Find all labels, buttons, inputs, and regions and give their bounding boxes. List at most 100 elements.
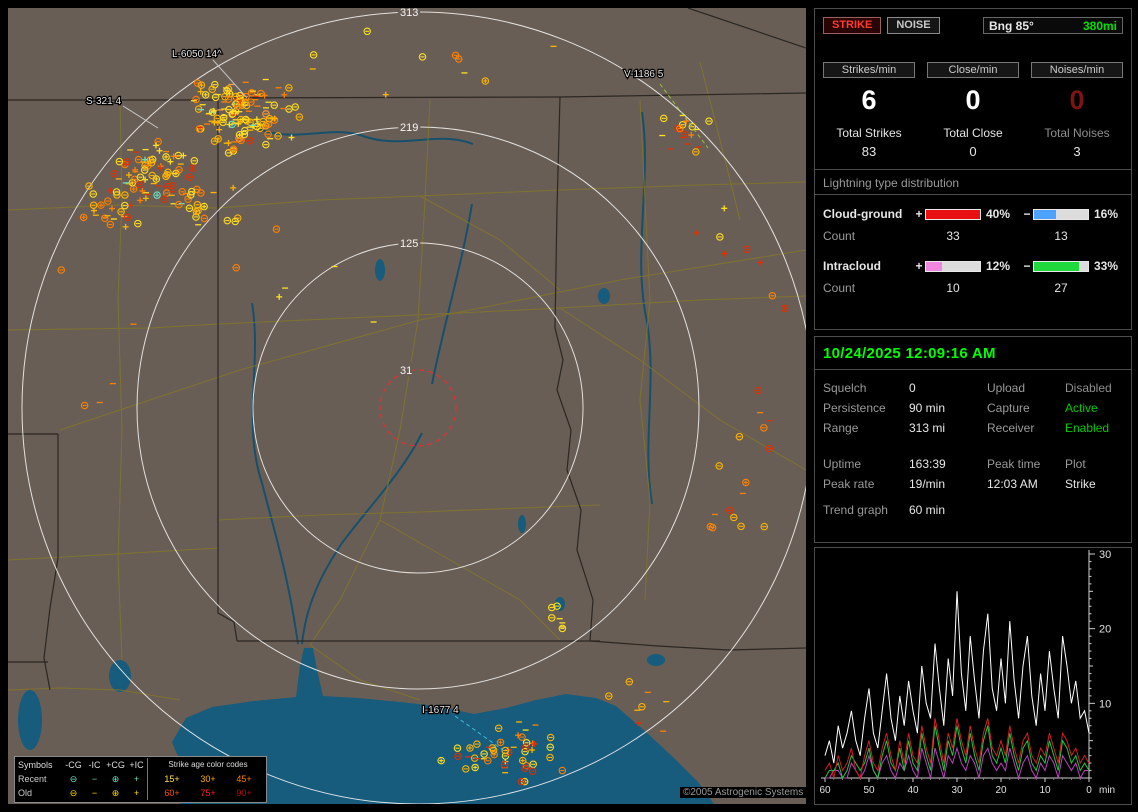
- minus-sign: −: [1023, 207, 1031, 221]
- ring-distance-label: 219: [400, 122, 418, 134]
- recent-cg-pos-icon: ⊕: [111, 774, 120, 784]
- map-legend: Symbols -CG -IC +CG +IC Strike age color…: [14, 756, 267, 803]
- range-value: 380mi: [1082, 18, 1117, 33]
- trend-series-strikes-white: [824, 591, 1090, 764]
- x-tick-label: 30: [951, 785, 963, 796]
- copyright-text: ©2005 Astrogenic Systems: [680, 787, 807, 798]
- legend-col-ic-neg: -IC: [88, 760, 101, 770]
- ic-positive-count: 10: [946, 281, 960, 295]
- ic-positive-bar: [925, 260, 981, 272]
- x-tick-label: 10: [1039, 785, 1051, 796]
- total-close-value: 0: [969, 144, 977, 159]
- total-noises-value: 3: [1073, 144, 1081, 159]
- noises-per-min-value: 0: [1069, 85, 1085, 115]
- total-strikes-value: 83: [861, 144, 877, 159]
- age-code-60: 60+: [164, 788, 180, 798]
- bearing-range-readout: Bng 85° 380mi: [983, 17, 1123, 34]
- strike-stats-panel: STRIKE NOISE Bng 85° 380mi Strikes/min C…: [814, 8, 1132, 330]
- trend-graph-label: Trend graph: [823, 503, 888, 517]
- persistence-value: 90 min: [909, 401, 946, 415]
- count-label: Count: [823, 281, 856, 295]
- age-code-75: 75+: [200, 788, 216, 798]
- trend-graph-value: 60 min: [909, 503, 946, 517]
- cg-negative-percent: 16%: [1094, 207, 1119, 221]
- close-per-min-value: 0: [965, 85, 981, 115]
- strike-indicator-button[interactable]: STRIKE: [823, 17, 882, 34]
- noises-per-min-label: Noises/min: [1031, 62, 1123, 78]
- count-label: Count: [823, 229, 856, 243]
- legend-age-header: Strike age color codes: [168, 760, 248, 769]
- old-ic-pos-icon: +: [133, 788, 140, 798]
- ic-positive-bar-fill: [926, 261, 943, 271]
- receiver-value: Enabled: [1065, 421, 1110, 435]
- age-code-90: 90+: [236, 788, 252, 798]
- range-value: 313 mi: [909, 421, 946, 435]
- strikes-per-min-value: 6: [861, 85, 877, 115]
- x-tick-label: 0: [1086, 785, 1092, 796]
- uptime-value: 163:39: [909, 457, 946, 471]
- cloud-ground-label: Cloud-ground: [823, 207, 903, 221]
- ic-positive-percent: 12%: [986, 259, 1011, 273]
- cg-positive-count: 33: [946, 229, 960, 243]
- trend-graph-chart: 10 20 30 60 50 40 30 20 10 0 min: [815, 548, 1131, 804]
- age-code-30: 30+: [200, 774, 216, 784]
- perf-row: Peak rate 19/min 12:03 AM Strike: [823, 474, 1123, 494]
- storm-track-label: L-6050 14^: [172, 49, 222, 60]
- capture-value: Active: [1065, 401, 1098, 415]
- cg-positive-bar: [925, 208, 981, 220]
- cloud-ground-count-row: Count 33 13: [823, 229, 1123, 243]
- bearing-value: Bng 85°: [989, 18, 1034, 33]
- noise-indicator-button[interactable]: NOISE: [887, 17, 940, 34]
- ring-distance-label: 313: [400, 8, 418, 19]
- status-row: Persistence 90 min Capture Active: [823, 398, 1123, 418]
- range-label: Range: [823, 421, 859, 435]
- legend-symbols-header: Symbols: [18, 760, 53, 770]
- cg-positive-percent: 40%: [986, 207, 1011, 221]
- divider: [815, 194, 1131, 195]
- total-noises-label: Total Noises: [1044, 126, 1110, 140]
- capture-label: Capture: [987, 401, 1030, 415]
- old-cg-neg-icon: ⊖: [69, 788, 78, 798]
- datetime-readout: 10/24/2025 12:09:16 AM: [823, 345, 996, 362]
- squelch-label: Squelch: [823, 381, 867, 395]
- x-tick-label: 40: [907, 785, 919, 796]
- strikes-per-min-label: Strikes/min: [823, 62, 915, 78]
- ic-negative-bar-fill: [1034, 261, 1079, 271]
- status-panel: 10/24/2025 12:09:16 AM Squelch 0 Upload …: [814, 336, 1132, 543]
- divider: [815, 169, 1131, 170]
- map-canvas[interactable]: 125 219 313 31 L-6050 14^ S-321 4 V-1186 5 I-16…: [8, 8, 806, 804]
- cloud-ground-row: Cloud-ground + 40% − 16%: [823, 207, 1123, 221]
- plus-sign: +: [915, 259, 923, 273]
- ring-distance-label: 125: [400, 238, 418, 250]
- close-per-min-label: Close/min: [927, 62, 1019, 78]
- status-row: Range 313 mi Receiver Enabled: [823, 418, 1123, 438]
- intracloud-count-row: Count 10 27: [823, 281, 1123, 295]
- ic-negative-count: 27: [1054, 281, 1068, 295]
- legend-row-recent: Recent: [18, 774, 47, 784]
- old-ic-neg-icon: −: [91, 788, 98, 798]
- total-close-label: Total Close: [943, 126, 1003, 140]
- cg-negative-bar-fill: [1034, 209, 1056, 219]
- legend-row-old: Old: [18, 788, 33, 798]
- persistence-label: Persistence: [823, 401, 886, 415]
- receiver-label: Receiver: [987, 421, 1035, 435]
- trend-graph-panel: 10 20 30 60 50 40 30 20 10 0 min: [814, 547, 1132, 805]
- total-strikes-label: Total Strikes: [836, 126, 902, 140]
- x-tick-label: 50: [863, 785, 875, 796]
- minus-sign: −: [1023, 259, 1031, 273]
- cg-negative-count: 13: [1054, 229, 1068, 243]
- x-tick-label: 20: [995, 785, 1007, 796]
- uptime-label: Uptime: [823, 457, 862, 471]
- cg-positive-bar-fill: [926, 209, 980, 219]
- storm-track-label: S-321 4: [86, 96, 121, 107]
- lightning-map[interactable]: 125 219 313 31 L-6050 14^ S-321 4 V-1186 5 I-16…: [8, 8, 807, 804]
- status-row: Squelch 0 Upload Disabled: [823, 378, 1123, 398]
- legend-col-ic-pos: +IC: [129, 760, 144, 770]
- trend-row: Trend graph 60 min: [823, 500, 1123, 520]
- recent-cg-neg-icon: ⊖: [69, 774, 78, 784]
- plot-value: Strike: [1065, 477, 1096, 491]
- distribution-title: Lightning type distribution: [823, 176, 960, 190]
- perf-row: Uptime 163:39 Peak time Plot: [823, 454, 1123, 474]
- storm-track-label: I-1677 4: [422, 705, 459, 716]
- intracloud-label: Intracloud: [823, 259, 882, 273]
